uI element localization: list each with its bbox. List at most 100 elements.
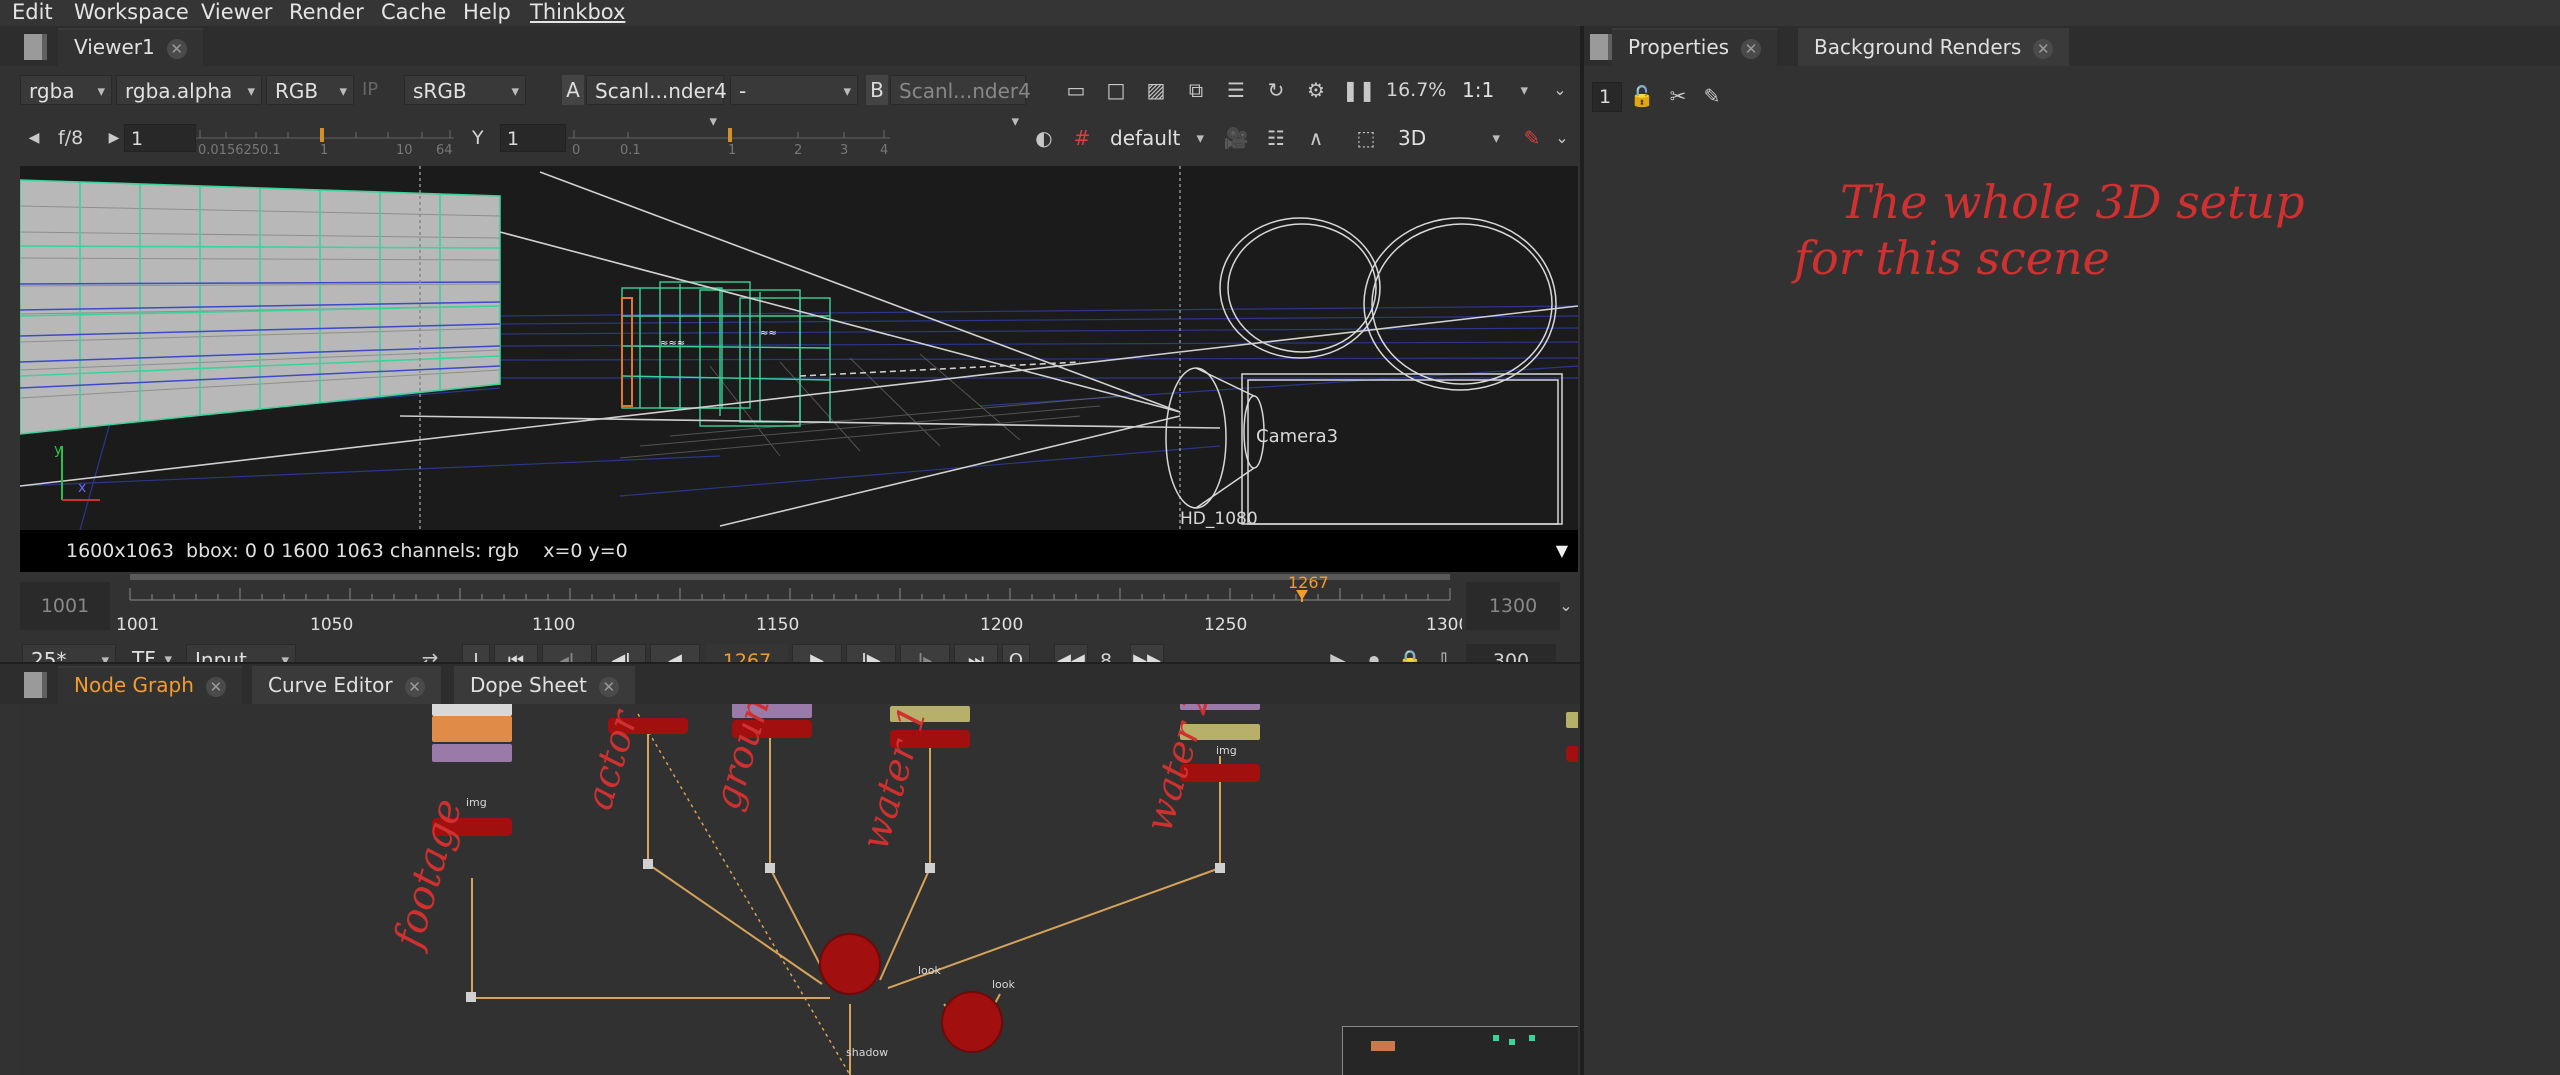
colorspace-dropdown[interactable]: sRGB	[404, 75, 526, 106]
node-grade[interactable]	[432, 744, 512, 762]
tab-dope-sheet[interactable]: Dope Sheet ✕	[454, 666, 635, 704]
node-offscreen-2[interactable]	[1566, 746, 1578, 762]
tab-node-graph[interactable]: Node Graph ✕	[58, 666, 242, 704]
lut-dropdown[interactable]: default	[1102, 123, 1210, 153]
alpha-dropdown[interactable]: rgba.alpha	[116, 75, 262, 106]
node-offscreen-1[interactable]	[1566, 712, 1578, 728]
node-graph-panel: Node Graph ✕ Curve Editor ✕ Dope Sheet ✕	[0, 664, 1580, 1075]
menu-edit[interactable]: Edit	[12, 0, 53, 25]
navigator-minimap-svg	[1371, 1035, 1535, 1051]
menu-cache[interactable]: Cache	[381, 0, 446, 25]
node-read[interactable]	[432, 716, 512, 742]
menu-workspace[interactable]: Workspace	[74, 0, 189, 25]
safe-area-icon[interactable]: □	[1102, 76, 1130, 104]
tab-background-renders[interactable]: Background Renders ✕	[1798, 28, 2070, 66]
input-b-dropdown[interactable]: Scanl...nder4	[890, 75, 1031, 136]
refresh-icon[interactable]: ↻	[1262, 76, 1290, 104]
menu-viewer[interactable]: Viewer	[201, 0, 272, 25]
roi-icon[interactable]: ▭	[1062, 76, 1090, 104]
pause-icon[interactable]: ❚❚	[1342, 76, 1376, 104]
node-label-look-1: look	[918, 964, 942, 977]
annotation-note-line-1: The whole 3D setup	[1840, 175, 2305, 229]
ratio-dropdown[interactable]: 1:1	[1454, 75, 1534, 105]
menu-bar: Edit Workspace Viewer Render Cache Help …	[0, 0, 2560, 26]
node-read-header[interactable]	[432, 704, 512, 716]
input-a-label: A	[562, 75, 584, 105]
gamma-slider[interactable]: 0 0.1 1 2 3 4	[568, 124, 894, 158]
view-mode-dropdown[interactable]: 3D	[1390, 123, 1506, 153]
node-graph-canvas[interactable]: img img look look shadow footage actor g…	[20, 704, 1578, 1075]
svg-text:img: img	[1216, 744, 1237, 757]
curve-icon[interactable]: ∧	[1302, 124, 1330, 152]
lock-panels-icon[interactable]: 🔓	[1628, 82, 1656, 110]
timeline[interactable]: 1001 1300 1267 1001 1050 1100 1150 1200 …	[20, 574, 1578, 638]
close-icon[interactable]: ✕	[404, 677, 425, 697]
settings-icon[interactable]: ⚙	[1302, 76, 1330, 104]
gamma-tick-4: 3	[840, 143, 848, 156]
fstop-decrease-icon[interactable]: ◀	[20, 124, 48, 152]
timeline-expand-icon[interactable]: ⌄	[1552, 592, 1580, 620]
close-icon[interactable]: ✕	[2033, 39, 2054, 59]
properties-pane-grip[interactable]	[1590, 34, 1613, 60]
edit-icon[interactable]: ✎	[1698, 82, 1726, 110]
pin-icon[interactable]: ✎	[1518, 124, 1546, 152]
input-a-dropdown[interactable]: Scanl...nder4	[586, 75, 727, 136]
playhead-frame: 1267	[1288, 574, 1329, 592]
info-bar-text: 1600x1063 bbox: 0 0 1600 1063 channels: …	[66, 540, 628, 562]
gamma-field[interactable]: 1	[500, 124, 566, 152]
proxy-icon[interactable]: ⧉	[1182, 76, 1210, 104]
max-panels-field[interactable]: 1	[1592, 82, 1622, 112]
annotation-footage: footage	[385, 794, 472, 956]
gamma-tick-5: 4	[880, 143, 888, 156]
tab-curve-editor[interactable]: Curve Editor ✕	[252, 666, 441, 704]
svg-text:≈≈: ≈≈	[760, 328, 777, 339]
gamma-tick-1: 0.1	[620, 143, 641, 156]
expand-toolbar-icon[interactable]: ⌄	[1546, 76, 1574, 104]
timeline-ruler[interactable]: 1267 1001 1050 1100 1150 1200 1250 1300	[112, 574, 1462, 638]
close-icon[interactable]: ✕	[598, 677, 619, 697]
downscale-icon[interactable]: ☰	[1222, 76, 1250, 104]
gain-slider[interactable]: 0.0156250.1 1 10 64	[196, 124, 458, 158]
navigator-minimap[interactable]	[1342, 1026, 1578, 1075]
channels-dropdown[interactable]: rgba	[20, 75, 112, 106]
tab-viewer1[interactable]: Viewer1 ✕	[58, 28, 203, 66]
interactive-mode-icon[interactable]: ☷	[1262, 124, 1290, 152]
input-a-operation-dropdown[interactable]: -	[730, 75, 858, 106]
display-dropdown[interactable]: RGB	[266, 75, 354, 106]
bottom-pane-grip[interactable]	[24, 672, 47, 698]
clip-warning-icon[interactable]: ▨	[1142, 76, 1170, 104]
node-graph-svg: img img look look shadow footage actor g…	[385, 704, 1578, 1075]
timeline-tick-label-6: 1300	[1426, 615, 1462, 635]
tab-properties[interactable]: Properties ✕	[1612, 28, 1778, 66]
grid-overlay-icon[interactable]: #	[1068, 124, 1096, 152]
clear-panels-icon[interactable]: ✂	[1664, 82, 1692, 110]
viewport-3d[interactable]: ≈≈≈ ≈≈ Camera3 HD_1080 y x	[20, 166, 1578, 530]
info-bar: 1600x1063 bbox: 0 0 1600 1063 channels: …	[20, 530, 1578, 572]
format-label: HD_1080	[1180, 509, 1258, 529]
menu-thinkbox[interactable]: Thinkbox	[530, 0, 625, 25]
close-icon[interactable]: ✕	[205, 677, 226, 697]
annotation-ground: ground	[704, 704, 785, 814]
viewer-panel: Viewer1 ✕ rgba rgba.alpha RGB IP sRGB A S…	[0, 26, 1580, 678]
annotation-note-line-2: for this scene	[1791, 231, 2110, 285]
gain-field[interactable]: 1	[124, 124, 196, 152]
svg-text:≈≈≈: ≈≈≈	[660, 338, 685, 349]
selection-icon[interactable]: ⬚	[1352, 124, 1380, 152]
node-scene-2[interactable]	[941, 991, 1003, 1053]
tab-properties-label: Properties	[1628, 35, 1730, 59]
wipe-icon[interactable]: ◐	[1030, 124, 1058, 152]
node-scene[interactable]	[819, 933, 881, 995]
ip-button[interactable]: IP	[362, 75, 394, 105]
close-icon[interactable]: ✕	[1741, 39, 1762, 59]
viewer-pane-grip[interactable]	[24, 34, 47, 60]
timeline-tick-label-3: 1150	[756, 615, 799, 635]
menu-render[interactable]: Render	[289, 0, 364, 25]
info-expand-icon[interactable]: ▼	[1556, 530, 1568, 572]
svg-text:y: y	[54, 442, 62, 458]
gamma-label: Y	[472, 127, 484, 149]
camera-icon[interactable]: 🎥	[1222, 124, 1250, 152]
close-icon[interactable]: ✕	[166, 39, 187, 59]
gamma-slider-track: 0 0.1 1 2 3 4	[568, 128, 890, 158]
menu-help[interactable]: Help	[463, 0, 511, 25]
expand-toolbar-2-icon[interactable]: ⌄	[1548, 124, 1576, 152]
